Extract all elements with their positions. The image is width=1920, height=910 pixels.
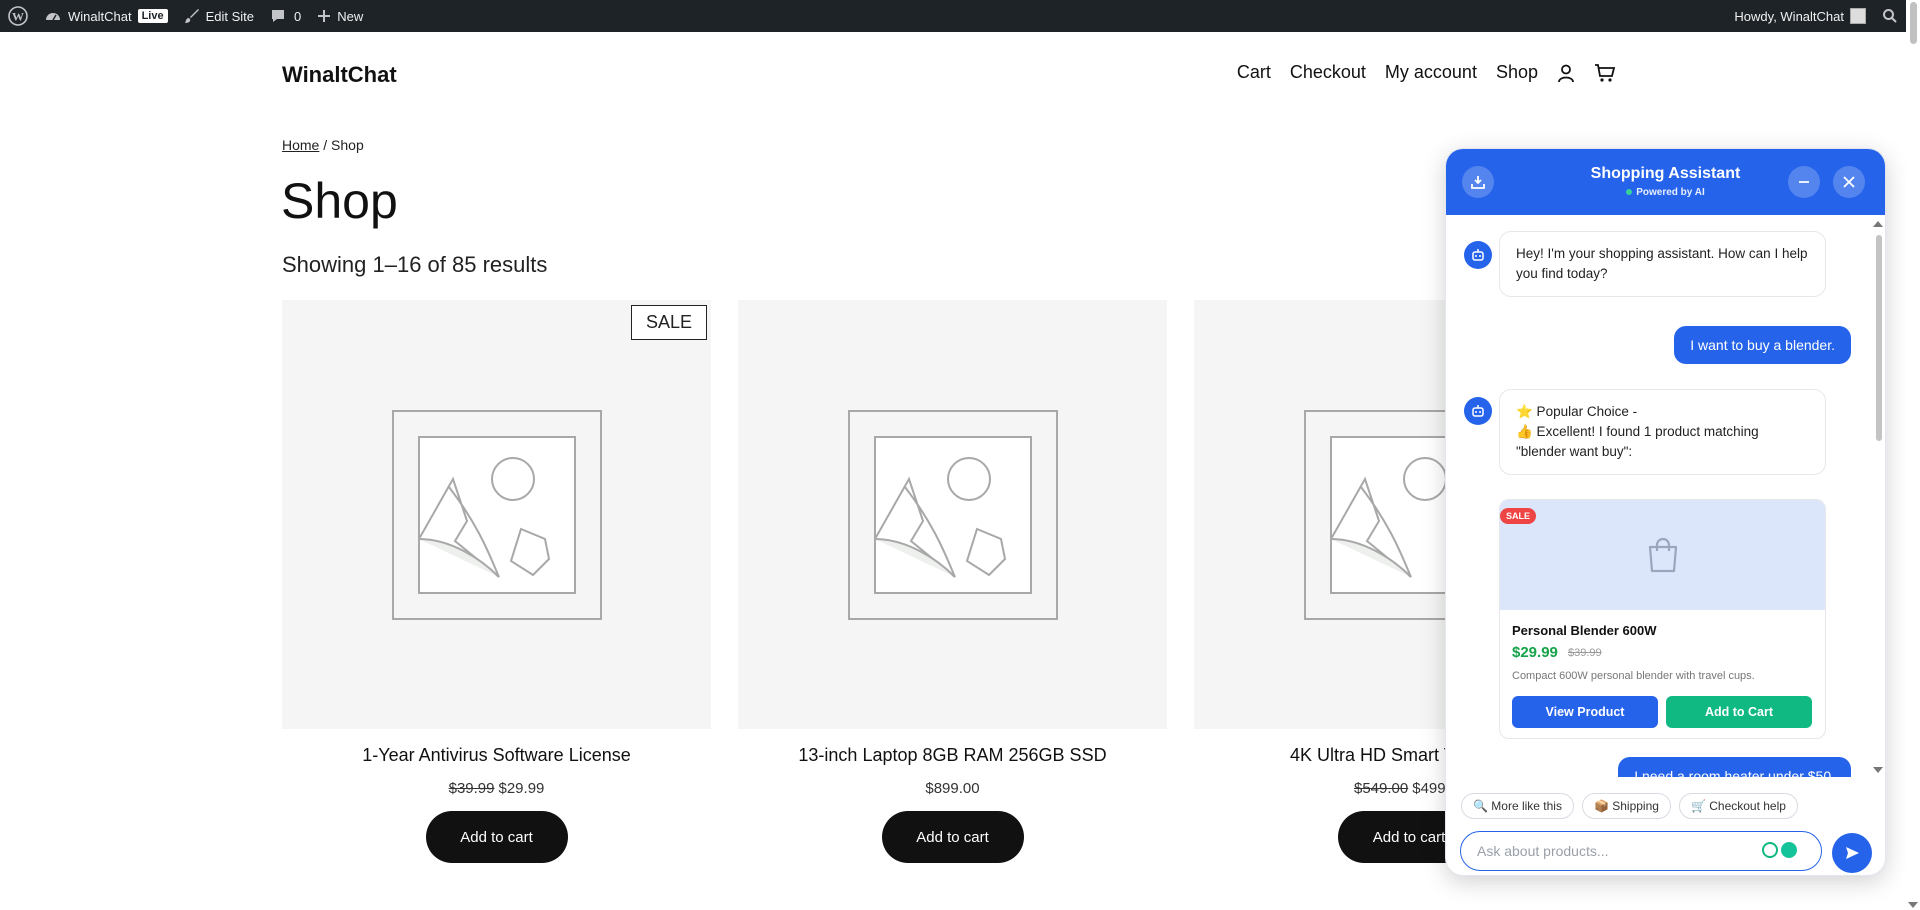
placeholder-image-icon [391,409,602,620]
bot-message: ⭐ Popular Choice - 👍 Excellent! I found … [1499,389,1826,475]
admin-site-menu[interactable]: WinaltChat Live [36,0,176,32]
nav-shop[interactable]: Shop [1496,62,1538,83]
input-extension-icons [1762,842,1800,858]
cart-icon[interactable] [1594,63,1616,83]
svg-text:W: W [12,10,24,24]
chip-more-like-this[interactable]: 🔍 More like this [1461,793,1574,819]
user-message: I want to buy a blender. [1674,326,1851,364]
nav-my-account[interactable]: My account [1385,62,1477,83]
chat-subtitle-text: Powered by AI [1636,187,1705,198]
send-icon [1846,847,1859,859]
add-to-cart-button[interactable]: Add to cart [881,811,1024,863]
page-scroll-thumb[interactable] [1910,2,1917,44]
bot-avatar-icon [1464,397,1492,425]
comments-link[interactable]: 0 [262,0,309,32]
chip-checkout-help[interactable]: 🛒 Checkout help [1678,793,1798,819]
minimize-icon[interactable] [1788,166,1820,198]
close-icon[interactable] [1833,166,1865,198]
product-title[interactable]: 1-Year Antivirus Software License [282,745,711,766]
page-scroll-down-icon[interactable] [1908,902,1918,908]
extension-pin-icon[interactable] [1762,842,1778,858]
card-product-name[interactable]: Personal Blender 600W [1512,623,1657,638]
shopping-assistant-widget: Shopping Assistant Powered by AI Hey! I'… [1445,148,1886,876]
scroll-down-icon[interactable] [1873,767,1883,773]
breadcrumb-home[interactable]: Home [282,137,319,153]
chat-scroll-thumb[interactable] [1876,235,1882,441]
avatar [1850,8,1866,24]
breadcrumb-separator: / [319,137,332,153]
send-button[interactable] [1832,833,1872,873]
view-product-button[interactable]: View Product [1512,696,1658,728]
product-price: $39.99 $29.99 [282,780,711,797]
brush-icon [184,9,199,23]
chat-scrollbar[interactable] [1873,219,1883,773]
bot-message-line: 👍 Excellent! I found 1 product matching … [1516,424,1759,459]
main-nav: Cart Checkout My account Shop [1218,62,1616,83]
bot-avatar-icon [1464,241,1492,269]
result-count: Showing 1–16 of 85 results [282,252,548,277]
card-image[interactable]: SALE [1500,500,1825,610]
edit-site-link[interactable]: Edit Site [176,0,262,32]
chip-shipping[interactable]: 📦 Shipping [1581,793,1671,819]
page-scrollbar[interactable] [1906,0,1920,910]
wordpress-logo-icon[interactable]: W [0,0,36,32]
dashboard-icon [46,13,60,21]
chat-header: Shopping Assistant Powered by AI [1446,149,1885,215]
placeholder-image-icon [847,409,1058,620]
product-suggestion-card: SALE Personal Blender 600W $29.99 $39.99… [1499,499,1826,739]
product-card: SALE 1-Year Antivirus Software License $… [282,300,711,863]
chat-messages: Hey! I'm your shopping assistant. How ca… [1446,215,1885,777]
admin-bar: W WinaltChat Live Edit Site 0 New Howdy,… [0,0,1920,32]
current-price: $29.99 [498,780,545,797]
quick-reply-chips: 🔍 More like this 📦 Shipping 🛒 Checkout h… [1461,793,1806,819]
breadcrumb-current: Shop [331,137,364,153]
page-title: Shop [281,173,398,229]
current-price: $899.00 [925,780,980,797]
card-description: Compact 600W personal blender with trave… [1512,670,1755,682]
sale-badge: SALE [630,305,707,340]
bot-message-line: ⭐ Popular Choice - [1516,404,1638,419]
old-price: $39.99 [448,780,495,797]
comments-count: 0 [294,8,302,24]
card-add-to-cart-button[interactable]: Add to Cart [1666,696,1812,728]
user-message: I need a room heater under $50. [1618,757,1851,777]
site-title[interactable]: WinaltChat [282,62,397,88]
add-to-cart-button[interactable]: Add to cart [425,811,568,863]
comment-icon [272,10,285,22]
old-price: $549.00 [1354,780,1409,797]
card-sale-badge: SALE [1500,508,1537,524]
account-icon[interactable] [1556,63,1576,83]
nav-cart[interactable]: Cart [1237,62,1271,83]
grammarly-icon[interactable] [1781,842,1797,858]
card-old-price: $39.99 [1568,647,1602,659]
live-badge: Live [137,9,168,23]
online-indicator [1626,189,1633,196]
plus-icon [318,10,331,22]
new-label: New [337,8,364,24]
chat-subtitle: Powered by AI [1446,187,1885,198]
howdy-text: Howdy, WinaltChat [1734,8,1844,24]
nav-checkout[interactable]: Checkout [1290,62,1366,83]
shopping-bag-icon [1648,537,1677,573]
breadcrumb: Home / Shop [282,137,364,153]
product-title[interactable]: 13-inch Laptop 8GB RAM 256GB SSD [738,745,1167,766]
scroll-up-icon[interactable] [1873,221,1883,227]
admin-site-name: WinaltChat [68,8,132,24]
card-price: $29.99 [1512,644,1558,661]
edit-site-label: Edit Site [205,8,255,24]
product-price: $899.00 [738,780,1167,797]
bot-message: Hey! I'm your shopping assistant. How ca… [1499,231,1826,297]
product-card: 13-inch Laptop 8GB RAM 256GB SSD $899.00… [738,300,1167,863]
product-image[interactable] [738,300,1167,729]
account-menu[interactable]: Howdy, WinaltChat [1726,0,1874,32]
new-content-link[interactable]: New [309,0,371,32]
product-image[interactable]: SALE [282,300,711,729]
